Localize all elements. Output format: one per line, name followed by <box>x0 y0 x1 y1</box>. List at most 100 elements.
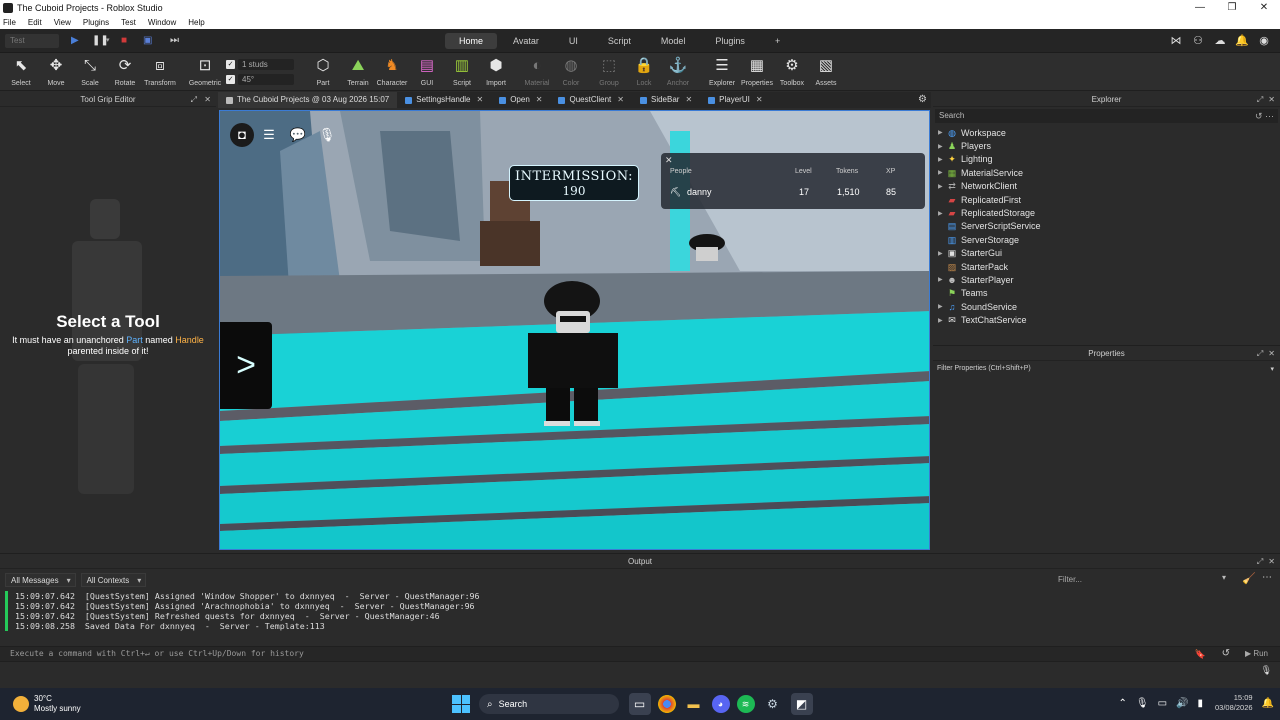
hamburger-icon[interactable]: ☰ <box>255 123 283 147</box>
terrain-tool[interactable]: ⛰ Terrain <box>340 57 376 87</box>
menu-plugins[interactable]: Plugins <box>83 18 109 27</box>
rotate-snap-checkbox[interactable]: ✓ <box>226 75 235 84</box>
bookmark-icon[interactable]: 🔖 <box>1195 649 1206 660</box>
explorer-item-starterplayer[interactable]: ▶ ☻ StarterPlayer <box>933 273 1280 286</box>
tab-script[interactable]: Script <box>594 33 645 49</box>
group-tool[interactable]: ⬚ Group <box>591 57 627 87</box>
close-icon[interactable]: ✕ <box>1268 557 1275 566</box>
share-icon[interactable]: ⋈ <box>1165 34 1187 47</box>
minimize-button[interactable]: — <box>1184 0 1216 15</box>
profile-icon[interactable]: ◉ <box>1253 34 1275 47</box>
expand-arrow-icon[interactable]: ▶ <box>938 250 947 257</box>
explorer-item-startergui[interactable]: ▶ ▣ StarterGui <box>933 247 1280 260</box>
more-icon[interactable]: ⋯ <box>1265 111 1274 121</box>
assets-toggle[interactable]: ▧ Assets <box>808 57 844 87</box>
select-tool[interactable]: ⬉ Select <box>3 57 39 87</box>
tab-sidebar[interactable]: SideBar ✕ <box>632 92 700 108</box>
expand-arrow-icon[interactable]: ▶ <box>938 143 947 150</box>
expand-arrow-icon[interactable]: ▶ <box>938 317 947 324</box>
menu-file[interactable]: File <box>3 18 16 27</box>
tab-ui[interactable]: UI <box>555 33 592 49</box>
tab-questclient[interactable]: QuestClient ✕ <box>550 92 632 108</box>
close-icon[interactable]: ✕ <box>665 155 673 166</box>
explorer-item-textchatservice[interactable]: ▶ ✉ TextChatService <box>933 313 1280 326</box>
explorer-item-replicatedstorage[interactable]: ▶ ▰ ReplicatedStorage <box>933 206 1280 219</box>
close-icon[interactable]: ✕ <box>1268 349 1275 358</box>
notification-icon[interactable]: 🔔 <box>1262 698 1274 709</box>
microphone-icon[interactable]: 🎙 <box>1136 698 1149 709</box>
chat-icon[interactable]: 💬 <box>284 123 312 147</box>
lock-tool[interactable]: 🔒 Lock <box>626 57 662 87</box>
roblox-menu-icon[interactable]: ◘ <box>230 123 254 147</box>
properties-filter-input[interactable]: Filter Properties (Ctrl+Shift+P) ▾ <box>933 361 1280 376</box>
network-icon[interactable]: ▭ <box>1158 698 1167 709</box>
properties-toggle[interactable]: ▦ Properties <box>739 57 775 87</box>
run-command-button[interactable]: ▶ Run <box>1245 649 1268 658</box>
tab-place[interactable]: The Cuboid Projects @ 03 Aug 2026 15:07 <box>218 92 398 108</box>
character-tool[interactable]: ♞ Character <box>374 57 410 87</box>
chrome-icon[interactable] <box>657 695 676 713</box>
close-tab-icon[interactable]: ✕ <box>536 92 543 108</box>
cloud-icon[interactable]: ☁ <box>1209 34 1231 47</box>
popout-icon[interactable]: ⤢ <box>1257 557 1263 566</box>
move-tool[interactable]: ✥ Move <box>38 57 74 87</box>
clock[interactable]: 15:09 03/08/2026 <box>1215 693 1253 713</box>
menu-test[interactable]: Test <box>121 18 136 27</box>
notification-bell-icon[interactable]: 🔔 <box>1231 34 1253 47</box>
expand-arrow-icon[interactable]: ▶ <box>938 156 947 163</box>
material-tool[interactable]: ◐ Material <box>519 57 555 87</box>
tab-home[interactable]: Home <box>445 33 498 49</box>
spotify-icon[interactable]: ≋ <box>736 695 755 713</box>
close-tab-icon[interactable]: ✕ <box>685 92 692 108</box>
output-filter-input[interactable]: Filter... <box>1054 573 1234 587</box>
more-icon[interactable]: ⋯ <box>1262 572 1272 583</box>
explorer-toggle[interactable]: ☰ Explorer <box>704 57 740 87</box>
expand-arrow-icon[interactable]: ▶ <box>938 276 947 283</box>
chevron-down-icon[interactable]: ▾ <box>1270 365 1274 373</box>
close-icon[interactable]: ✕ <box>204 95 211 104</box>
explorer-item-starterpack[interactable]: ▨ StarterPack <box>933 260 1280 273</box>
explorer-item-serverstorage[interactable]: ▥ ServerStorage <box>933 233 1280 246</box>
add-tab-button[interactable]: + <box>761 33 794 49</box>
volume-icon[interactable]: 🔊 <box>1176 698 1188 709</box>
expand-arrow-icon[interactable]: ▶ <box>938 303 947 310</box>
file-explorer-icon[interactable]: ▬ <box>683 693 705 715</box>
all-contexts-dropdown[interactable]: All Contexts <box>80 573 147 588</box>
expand-arrow-icon[interactable]: ▶ <box>938 129 947 136</box>
history-icon[interactable]: ↺ <box>1222 648 1230 659</box>
weather-widget[interactable]: 30°C Mostly sunny <box>13 694 81 714</box>
anchor-tool[interactable]: ⚓ Anchor <box>660 57 696 87</box>
tab-plugins[interactable]: Plugins <box>701 33 759 49</box>
collaborate-icon[interactable]: ⚇ <box>1187 34 1209 47</box>
command-input[interactable]: Execute a command with Ctrl+↵ or use Ctr… <box>10 649 304 658</box>
windows-start-icon[interactable] <box>452 695 470 713</box>
tab-playerui[interactable]: PlayerUI ✕ <box>700 92 770 108</box>
popout-icon[interactable]: ⤢ <box>1257 349 1263 358</box>
chevron-down-icon[interactable]: ▾ <box>1222 573 1226 582</box>
scale-tool[interactable]: ⤡ Scale <box>72 57 108 87</box>
expand-arrow-icon[interactable]: ▶ <box>938 183 947 190</box>
tab-avatar[interactable]: Avatar <box>499 33 553 49</box>
microphone-icon[interactable]: 🎙 <box>1261 665 1272 676</box>
close-tab-icon[interactable]: ✕ <box>477 92 484 108</box>
test-mode-select[interactable]: Test <box>5 34 59 48</box>
stop-icon[interactable]: ■ <box>121 35 127 47</box>
close-window-button[interactable]: ✕ <box>1248 0 1280 15</box>
task-view-icon[interactable]: ▭ <box>628 693 651 715</box>
explorer-item-serverscriptservice[interactable]: ▤ ServerScriptService <box>933 220 1280 233</box>
game-viewport[interactable]: ◘ ☰ 💬 🎙 INTERMISSION: 190 ✕ People Level… <box>219 110 930 550</box>
discord-icon[interactable]: ◕ <box>711 695 730 713</box>
explorer-item-teams[interactable]: ⚑ Teams <box>933 287 1280 300</box>
client-server-icon[interactable]: ▣ <box>143 35 152 47</box>
menu-edit[interactable]: Edit <box>28 18 42 27</box>
chevron-up-icon[interactable]: ⌃ <box>1118 698 1126 709</box>
popout-icon[interactable]: ⤢ <box>191 95 197 104</box>
maximize-button[interactable]: ❐ <box>1216 0 1248 15</box>
menu-help[interactable]: Help <box>188 18 204 27</box>
all-messages-dropdown[interactable]: All Messages <box>5 573 76 588</box>
explorer-item-soundservice[interactable]: ▶ ♫ SoundService <box>933 300 1280 313</box>
close-tab-icon[interactable]: ✕ <box>756 92 763 108</box>
rotate-snap-field[interactable]: 45° <box>238 74 294 85</box>
part-tool[interactable]: ⬡ Part <box>305 57 341 87</box>
explorer-item-players[interactable]: ▶ ♟ Players <box>933 139 1280 152</box>
